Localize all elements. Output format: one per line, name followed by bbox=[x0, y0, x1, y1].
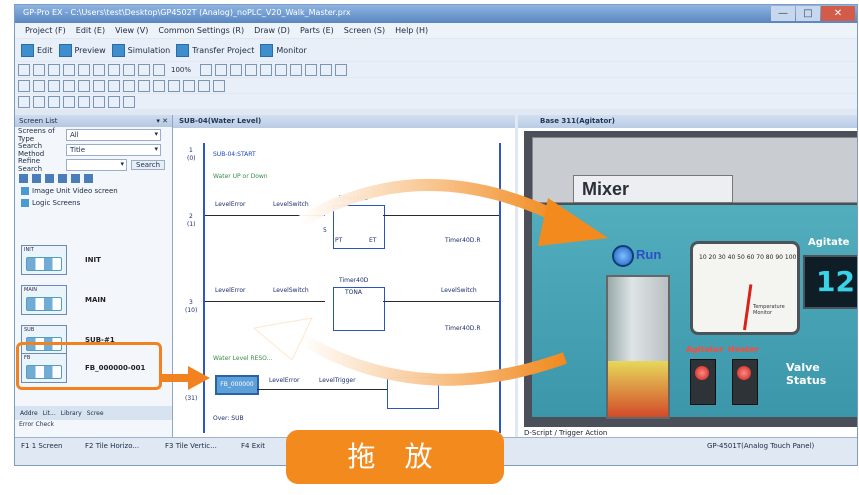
drag-and-drop-badge: 拖 放 bbox=[286, 430, 504, 484]
arrow-back bbox=[296, 332, 568, 386]
arrow-drop-head bbox=[188, 366, 210, 390]
arrow-forward-head bbox=[538, 198, 608, 246]
arrow-forward bbox=[296, 179, 563, 228]
drag-arrows bbox=[160, 179, 608, 390]
